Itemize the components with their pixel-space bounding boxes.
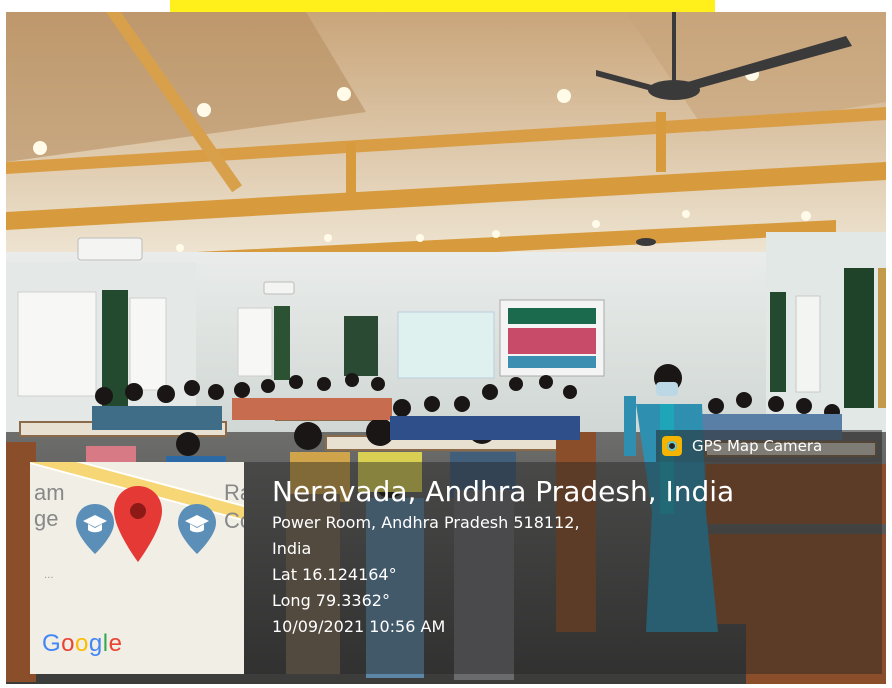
timestamp: 10/09/2021 10:56 AM: [272, 617, 446, 636]
address-line-1: Power Room, Andhra Pradesh 518112,: [272, 513, 580, 532]
latitude: Lat 16.124164°: [272, 565, 397, 584]
address-line-2: India: [272, 539, 312, 558]
longitude: Long 79.3362°: [272, 591, 390, 610]
top-caption-banner: [170, 0, 715, 12]
map-label-left-2: ge: [34, 506, 59, 531]
google-letter: g: [88, 630, 103, 657]
google-letter: e: [108, 630, 123, 657]
map-thumbnail: am ge Ra Co ... Google: [30, 462, 244, 674]
map-dots: ...: [44, 570, 54, 581]
google-letter: o: [61, 630, 76, 657]
map-label-right-1: Ra: [224, 480, 244, 505]
map-label-right-2: Co: [224, 508, 244, 533]
location-details: Neravada, Andhra Pradesh, India Power Ro…: [272, 474, 872, 640]
google-logo: Google: [42, 630, 122, 658]
education-pin-icon: [76, 504, 114, 554]
google-letter: o: [75, 630, 89, 657]
camera-app-icon: [662, 436, 682, 456]
gps-map-camera-badge: GPS Map Camera: [656, 430, 882, 462]
google-letter: G: [42, 630, 62, 657]
education-pin-icon: [178, 504, 216, 554]
gps-map-camera-label: GPS Map Camera: [692, 437, 823, 455]
map-label-left-1: am: [34, 480, 65, 505]
location-pin-icon: [114, 486, 162, 562]
location-title: Neravada, Andhra Pradesh, India: [272, 475, 735, 508]
